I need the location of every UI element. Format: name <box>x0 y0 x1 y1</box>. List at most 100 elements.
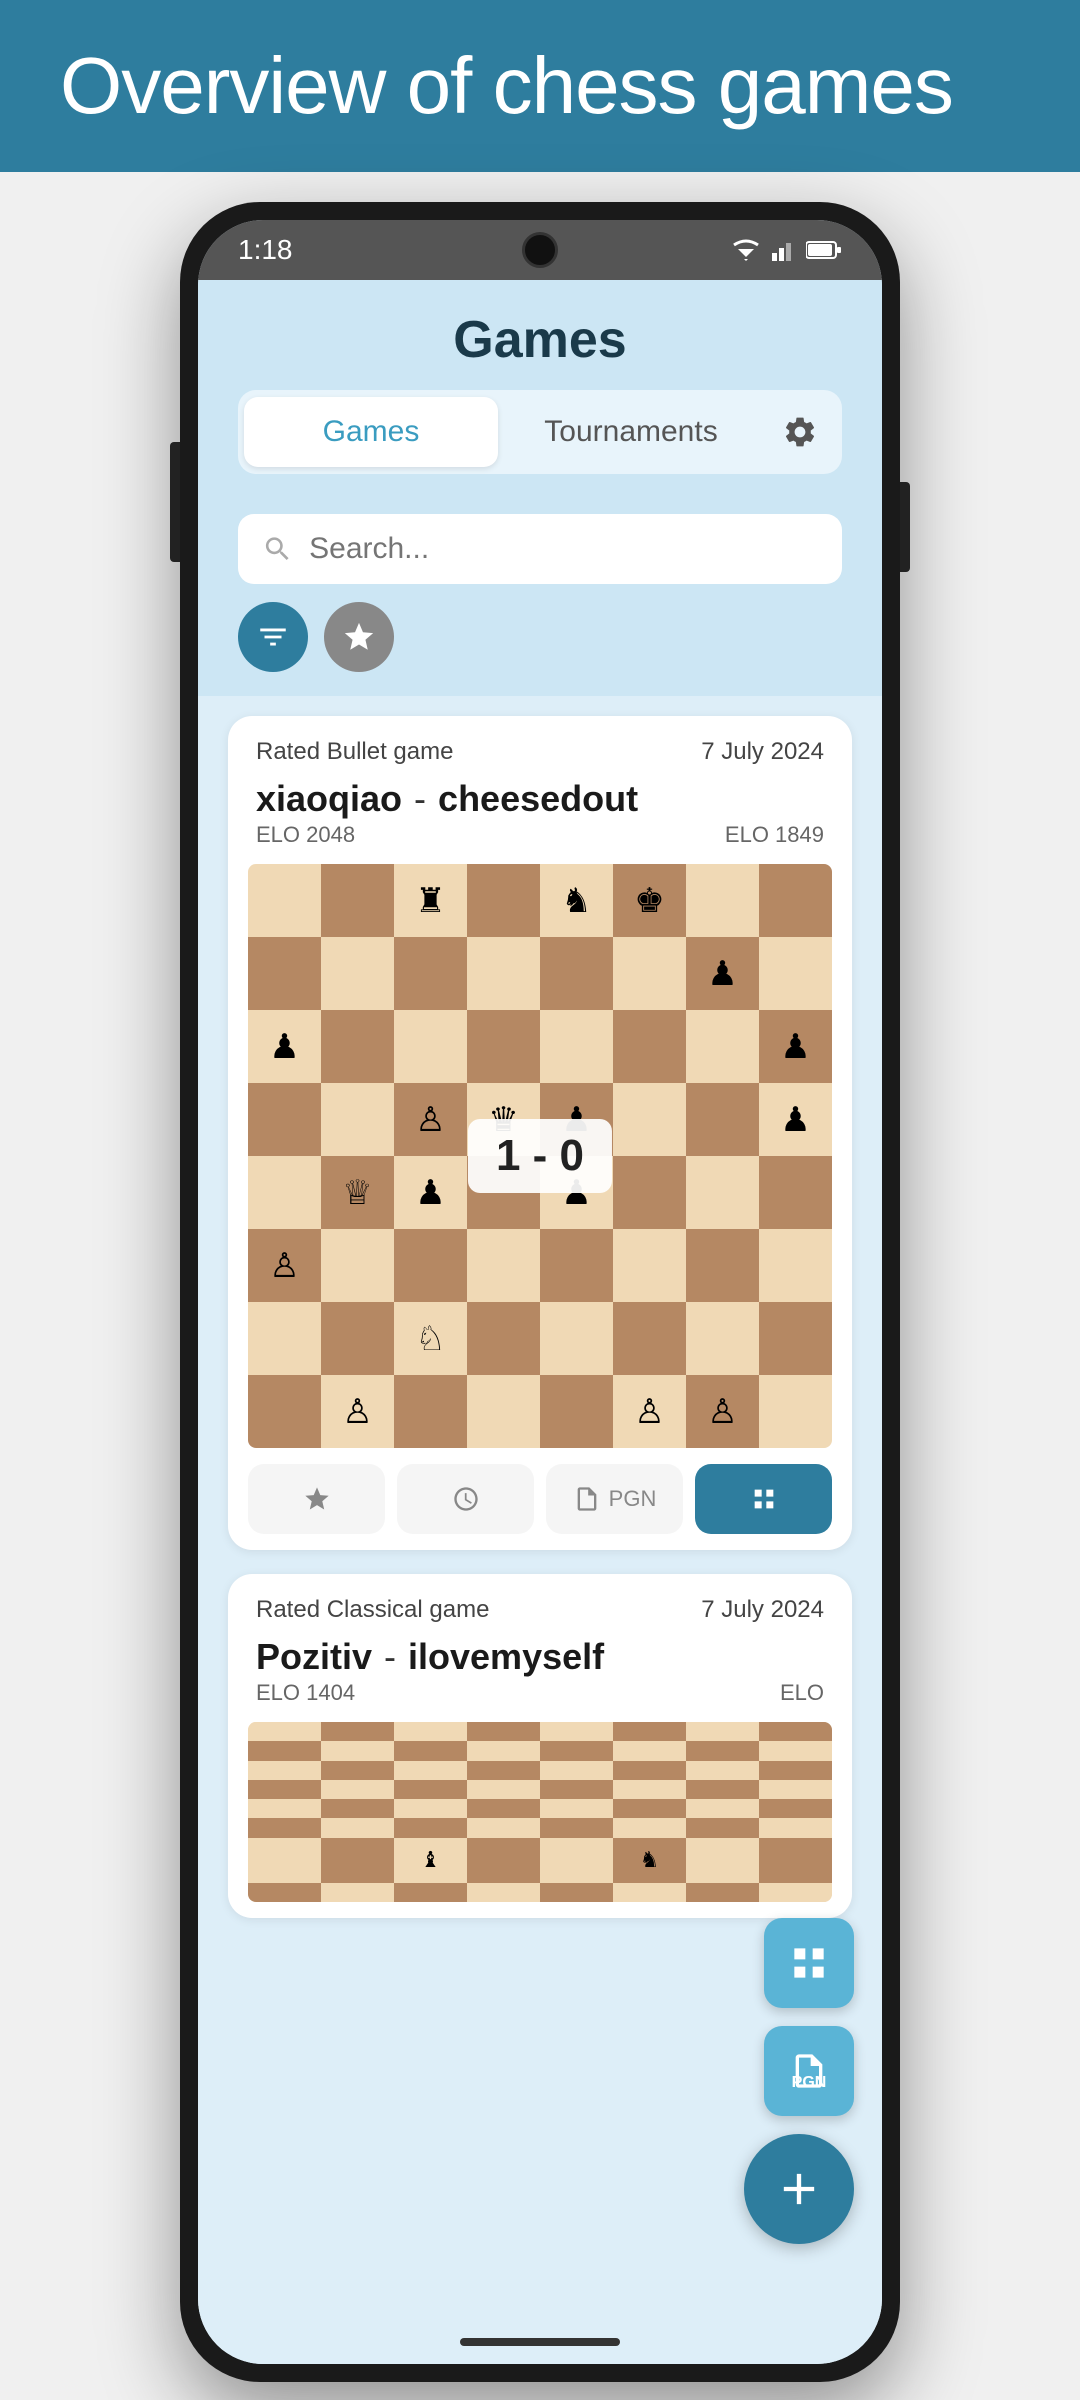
tab-tournaments[interactable]: Tournaments <box>504 397 758 467</box>
cell2-r2c4 <box>540 1761 613 1780</box>
cell-r1c5 <box>613 937 686 1010</box>
clock-action[interactable] <box>397 1464 534 1534</box>
cell2-r5c1 <box>321 1818 394 1837</box>
search-input[interactable] <box>309 532 818 566</box>
cell-r0c0 <box>248 864 321 937</box>
add-icon <box>773 2163 825 2215</box>
banner: Overview of chess games <box>0 0 1080 172</box>
status-bar: 1:18 <box>198 220 882 280</box>
player2-name: cheesedout <box>438 778 638 820</box>
cell2-r1c7 <box>759 1741 832 1760</box>
cell2-r6c5: ♞ <box>613 1838 686 1883</box>
filter-button[interactable] <box>238 602 308 672</box>
cell2-r0c4 <box>540 1722 613 1741</box>
cell-r0c5: ♚ <box>613 864 686 937</box>
chess-board-2: ♝♞ <box>248 1722 832 1902</box>
game-card-1[interactable]: Rated Bullet game 7 July 2024 xiaoqiao -… <box>228 716 852 1550</box>
cell-r6c7 <box>759 1302 832 1375</box>
fab-board-icon <box>787 1941 831 1985</box>
board-view-icon <box>750 1485 778 1513</box>
wifi-icon <box>730 239 762 261</box>
cell-r4c2: ♟ <box>394 1156 467 1229</box>
cell-r6c5 <box>613 1302 686 1375</box>
battery-icon <box>806 240 842 260</box>
cell-r7c3 <box>467 1375 540 1448</box>
cell-r5c6 <box>686 1229 759 1302</box>
cell-r1c7 <box>759 937 832 1010</box>
cell-r7c7 <box>759 1375 832 1448</box>
search-area <box>198 494 882 584</box>
cell-r7c0 <box>248 1375 321 1448</box>
cell-r6c0 <box>248 1302 321 1375</box>
cell2-r1c4 <box>540 1741 613 1760</box>
cell2-r5c5 <box>613 1818 686 1837</box>
cell-r4c5 <box>613 1156 686 1229</box>
cell2-r2c3 <box>467 1761 540 1780</box>
game-card-2[interactable]: Rated Classical game 7 July 2024 Pozitiv… <box>228 1574 852 1918</box>
cell-r4c7 <box>759 1156 832 1229</box>
app-title: Games <box>238 310 842 370</box>
signal-icon <box>772 239 796 261</box>
game-date-2: 7 July 2024 <box>701 1596 824 1624</box>
cell2-r2c7 <box>759 1761 832 1780</box>
cell2-r0c6 <box>686 1722 759 1741</box>
cell-r2c1 <box>321 1010 394 1083</box>
cell2-r4c1 <box>321 1799 394 1818</box>
fab-add-button[interactable] <box>744 2134 854 2244</box>
fab-pgn-button[interactable]: PGN <box>764 2026 854 2116</box>
status-time: 1:18 <box>238 234 293 266</box>
cell-r5c7 <box>759 1229 832 1302</box>
tab-games[interactable]: Games <box>244 397 498 467</box>
cell-r6c4 <box>540 1302 613 1375</box>
cell-r7c2 <box>394 1375 467 1448</box>
cell-r0c6 <box>686 864 759 937</box>
cell2-r7c6 <box>686 1883 759 1902</box>
elo1: ELO 2048 <box>256 822 713 848</box>
cell2-r7c5 <box>613 1883 686 1902</box>
app-header: Games Games Tournaments <box>198 280 882 494</box>
cell-r2c3 <box>467 1010 540 1083</box>
camera-notch <box>522 232 558 268</box>
elo2: ELO 1849 <box>725 822 824 848</box>
pgn-action[interactable]: PGN <box>546 1464 683 1534</box>
chess-board-1: ♜♞♚♟♟♟♙♛♟♟♕♟♟♙♘♙♙♙ 1 - 0 <box>248 864 832 1448</box>
cell2-r6c0 <box>248 1838 321 1883</box>
cell2-r6c2: ♝ <box>394 1838 467 1883</box>
status-icons <box>730 239 842 261</box>
filter-area <box>198 584 882 696</box>
cell2-r3c1 <box>321 1780 394 1799</box>
cell2-r5c4 <box>540 1818 613 1837</box>
player1-name: xiaoqiao <box>256 778 402 820</box>
cell2-r6c1 <box>321 1838 394 1883</box>
cell-r0c2: ♜ <box>394 864 467 937</box>
cell2-r3c4 <box>540 1780 613 1799</box>
fab-board-button[interactable] <box>764 1918 854 2008</box>
card-actions-1: PGN <box>228 1448 852 1550</box>
cell-r5c2 <box>394 1229 467 1302</box>
cell2-r0c3 <box>467 1722 540 1741</box>
cell-r5c1 <box>321 1229 394 1302</box>
cell-r7c5: ♙ <box>613 1375 686 1448</box>
cell2-r2c1 <box>321 1761 394 1780</box>
cell-r4c1: ♕ <box>321 1156 394 1229</box>
cell-r1c2 <box>394 937 467 1010</box>
favorite-action[interactable] <box>248 1464 385 1534</box>
player4-name: ilovemyself <box>408 1636 604 1678</box>
cell-r2c5 <box>613 1010 686 1083</box>
cell-r1c0 <box>248 937 321 1010</box>
players-row-1: xiaoqiao - cheesedout <box>228 774 852 820</box>
cell2-r4c4 <box>540 1799 613 1818</box>
favorites-button[interactable] <box>324 602 394 672</box>
cell2-r0c5 <box>613 1722 686 1741</box>
cell-r3c2: ♙ <box>394 1083 467 1156</box>
cell2-r6c7 <box>759 1838 832 1883</box>
cell2-r2c6 <box>686 1761 759 1780</box>
cell2-r2c2 <box>394 1761 467 1780</box>
settings-button[interactable] <box>764 396 836 468</box>
cell-r7c1: ♙ <box>321 1375 394 1448</box>
cell-r3c7: ♟ <box>759 1083 832 1156</box>
board-action[interactable] <box>695 1464 832 1534</box>
cell2-r6c3 <box>467 1838 540 1883</box>
search-icon <box>262 532 293 566</box>
cell-r4c6 <box>686 1156 759 1229</box>
